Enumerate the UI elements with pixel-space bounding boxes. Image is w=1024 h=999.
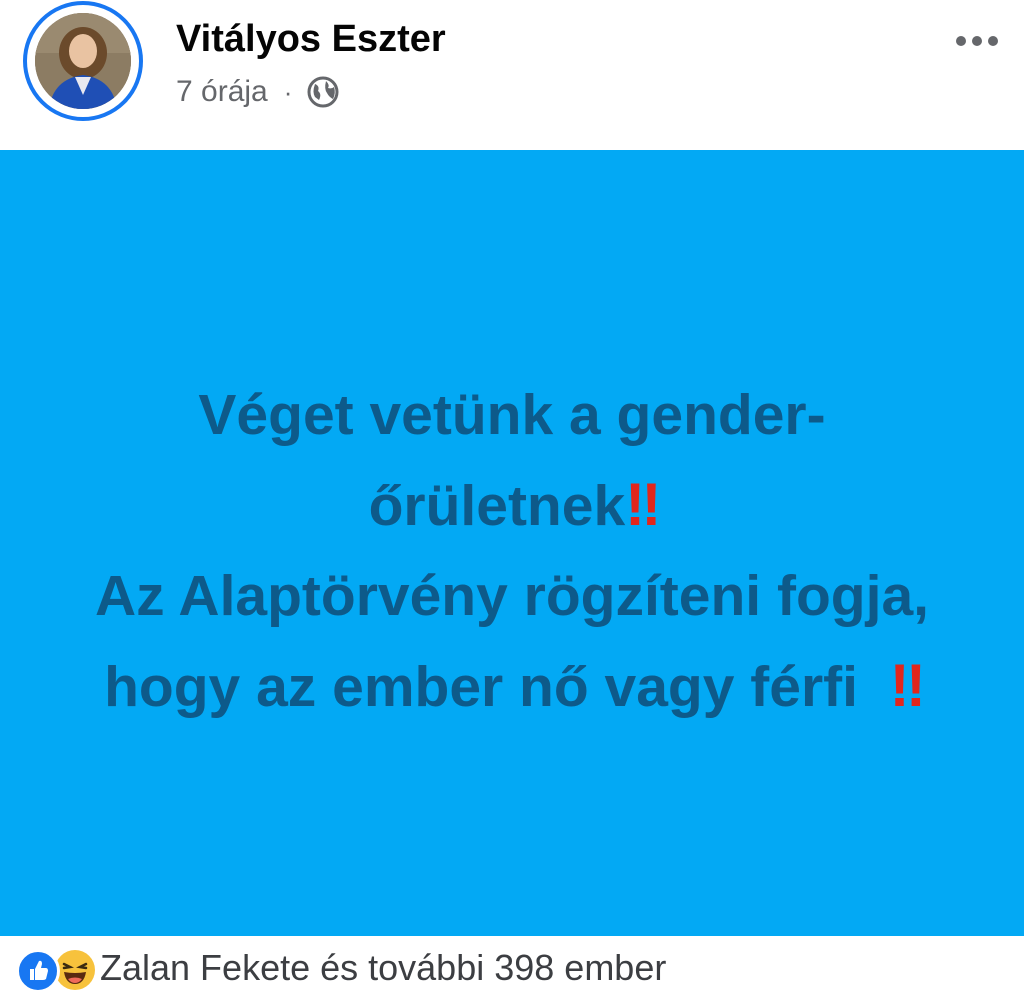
meta-separator: · [283, 76, 293, 107]
reaction-icons[interactable] [16, 943, 124, 993]
globe-icon[interactable] [306, 75, 340, 109]
post-header: Vitályos Eszter 7 órája · [0, 0, 1024, 150]
post-content-card: Véget vetünk a gender- őrületnek‼ Az Ala… [0, 150, 1024, 936]
post-meta: 7 órája · [176, 72, 340, 112]
post-text-line: Véget vetünk a gender- [198, 383, 826, 447]
avatar[interactable] [35, 13, 131, 109]
post-text: Véget vetünk a gender- őrületnek‼ Az Ala… [32, 370, 992, 732]
author-name[interactable]: Vitályos Eszter [176, 18, 446, 61]
post-text-line-with-emphasis: hogy az ember nő vagy férfi ‼ [32, 641, 992, 732]
timestamp[interactable]: 7 órája [176, 75, 268, 109]
like-icon [16, 948, 60, 993]
reactions-bar[interactable]: Zalan Fekete és további 398 ember [0, 936, 1024, 999]
post-text-line: Az Alaptörvény rögzíteni fogja, [95, 564, 929, 628]
more-options-icon[interactable] [946, 26, 1008, 56]
post-text-line: őrületnek [368, 474, 626, 538]
more-dot [988, 36, 998, 46]
double-exclamation-icon: ‼ [625, 471, 661, 538]
more-dot [956, 36, 966, 46]
more-dot [972, 36, 982, 46]
double-exclamation-icon: ‼ [889, 652, 926, 719]
reaction-summary[interactable]: Zalan Fekete és további 398 ember [100, 947, 666, 989]
post-text-line: hogy az ember nő vagy férfi [104, 655, 858, 719]
post-text-line-with-emphasis: őrületnek‼ [32, 460, 992, 551]
